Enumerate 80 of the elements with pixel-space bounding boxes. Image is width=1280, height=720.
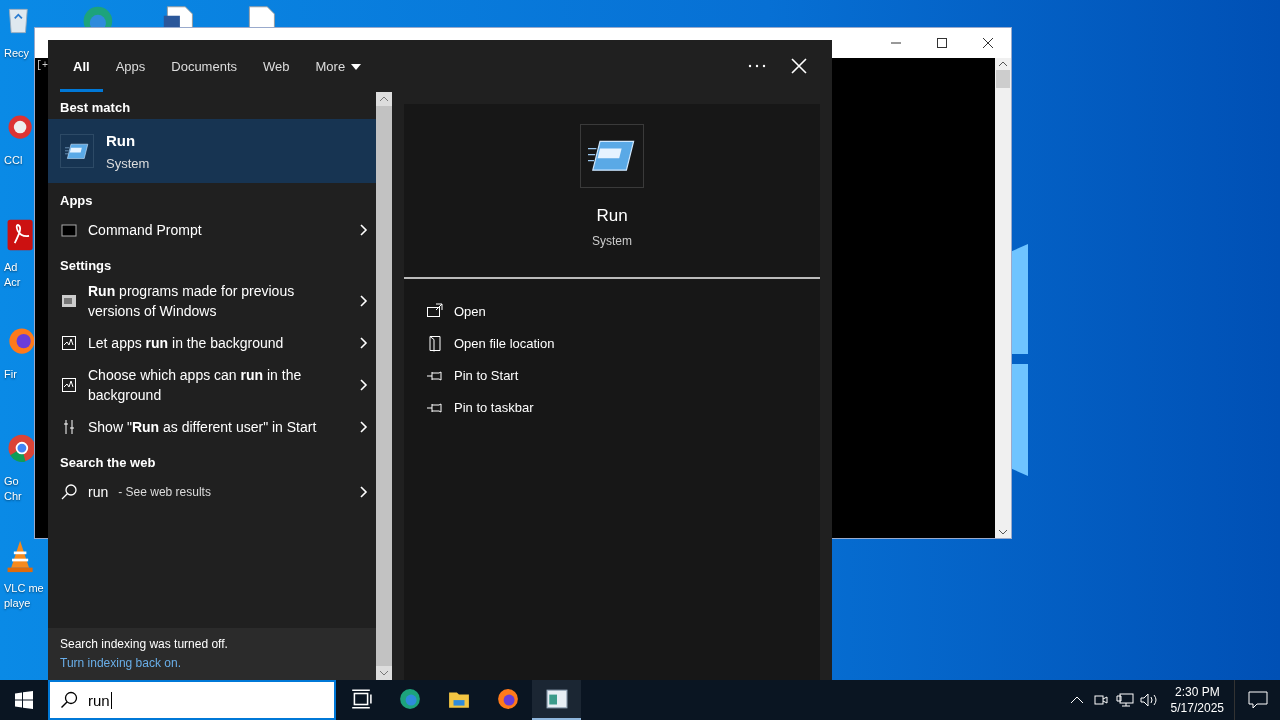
close-icon	[983, 38, 993, 48]
search-icon	[60, 483, 78, 501]
ellipsis-icon	[748, 64, 766, 68]
filter-tab[interactable]: All	[60, 40, 103, 92]
chevron-down-icon	[998, 529, 1008, 535]
desktop-icon-label: Fir	[4, 367, 17, 382]
edge-icon	[398, 688, 421, 710]
speech-bubble-icon	[1247, 691, 1268, 709]
result-item[interactable]: run - See web results	[48, 474, 376, 510]
section-heading: Settings	[59, 257, 113, 275]
taskbar-app[interactable]	[532, 680, 581, 720]
result-label: Show "Run as different user" in Start	[88, 418, 318, 437]
close-icon	[791, 58, 807, 74]
result-hint: - See web results	[118, 485, 212, 499]
action-item[interactable]: Open	[426, 295, 486, 327]
chart-icon	[60, 376, 78, 394]
chevron-right-icon	[360, 295, 368, 307]
notice-text: Search indexing was turned off.	[60, 637, 229, 651]
filter-tab[interactable]: Documents	[158, 40, 250, 92]
clock[interactable]: 2:30 PM 5/17/2025	[1160, 684, 1234, 716]
result-label: Run programs made for previous versions of Windows	[88, 282, 296, 321]
result-item[interactable]: Run programs made for previous versions of Windows	[48, 277, 376, 325]
app-window-icon	[545, 688, 568, 710]
section-heading: Search the web	[59, 454, 157, 472]
desktop-icon-label: Go Chr	[4, 474, 22, 504]
section-heading: Apps	[59, 192, 94, 210]
scrollbar[interactable]	[995, 58, 1011, 538]
result-item[interactable]: Show "Run as different user" in Start	[48, 409, 376, 445]
result-item[interactable]: Let apps run in the background	[48, 325, 376, 361]
run-icon	[65, 142, 89, 160]
desktop-icon-label: CCl	[4, 153, 23, 168]
best-match-item[interactable]: Run System	[48, 119, 376, 183]
task-view-icon	[349, 688, 372, 710]
search-query: run	[88, 484, 109, 500]
chevron-right-icon	[360, 421, 368, 433]
caret-down-icon	[351, 63, 362, 70]
maximize-icon	[937, 38, 947, 48]
desktop-icon-label: Ad Acr	[4, 260, 21, 290]
notice-link[interactable]: Turn indexing back on.	[60, 656, 181, 670]
terminal-icon	[60, 221, 78, 239]
action-item[interactable]: Open file location	[426, 327, 555, 359]
console-text: [+	[35, 59, 49, 73]
result-label: Choose which apps can run in the background	[88, 366, 303, 405]
open-external-icon	[426, 302, 444, 320]
clock-time: 2:30 PM	[1174, 684, 1220, 700]
result-item[interactable]: Choose which apps can run in the background	[48, 361, 376, 409]
desktop-icon-label: VLC me playe	[4, 581, 44, 611]
minimize-icon	[891, 42, 901, 44]
section-heading: Best match	[59, 99, 132, 117]
scrollbar[interactable]	[376, 92, 392, 680]
clock-date: 5/17/2025	[1170, 700, 1224, 716]
scroll-thumb[interactable]	[996, 70, 1010, 88]
filter-tab[interactable]: Apps	[102, 40, 159, 92]
filter-tab[interactable]: Web	[250, 40, 303, 92]
desktop-icon-label: Recy	[4, 46, 30, 61]
result-item[interactable]: Command Prompt	[48, 212, 376, 248]
windows-logo-icon	[15, 691, 33, 709]
action-item[interactable]: Pin to taskbar	[426, 391, 534, 423]
result-label: Let apps run in the background	[88, 334, 285, 353]
chevron-up-icon	[998, 61, 1008, 67]
chevron-down-icon	[379, 670, 389, 676]
more-menu-tab[interactable]: More	[302, 40, 375, 92]
detail-subtitle: System	[592, 234, 632, 248]
window-icon	[60, 292, 78, 310]
search-icon	[60, 691, 78, 709]
firefox-icon	[496, 688, 519, 710]
chevron-right-icon	[360, 486, 368, 498]
action-item[interactable]: Pin to Start	[426, 359, 519, 391]
chevron-right-icon	[360, 379, 368, 391]
detail-title: Run	[596, 206, 628, 226]
run-icon	[588, 139, 636, 173]
result-label: Command Prompt	[88, 221, 203, 240]
chart-icon	[60, 334, 78, 352]
result-title: Run	[106, 131, 136, 149]
door-icon	[426, 334, 444, 352]
search-field[interactable]: run	[48, 680, 336, 720]
chevron-up-icon	[379, 96, 389, 102]
chevron-right-icon	[360, 224, 368, 236]
chevron-right-icon	[360, 337, 368, 349]
result-subtitle: System	[106, 155, 150, 171]
